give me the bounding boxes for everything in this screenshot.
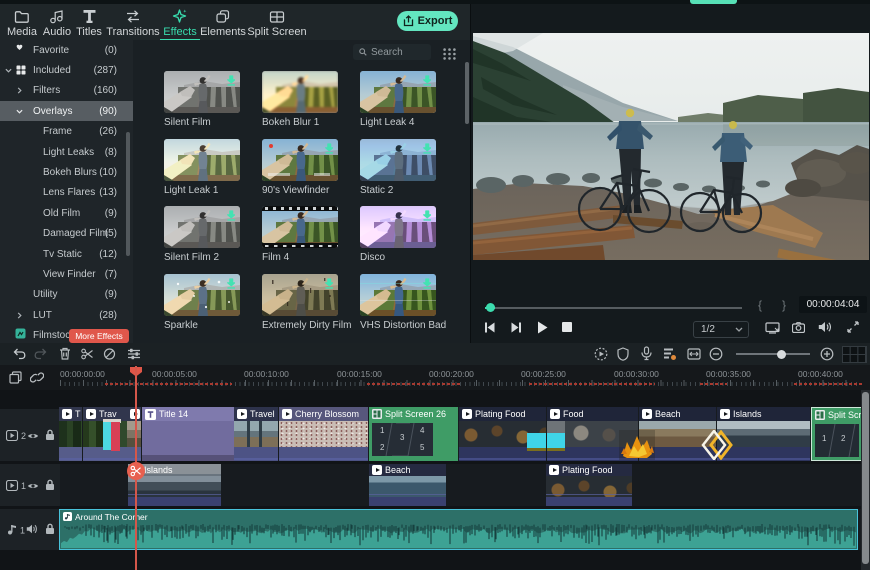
svg-text:1: 1 (20, 526, 25, 536)
svg-text:2: 2 (21, 431, 26, 441)
svg-text:1: 1 (21, 481, 26, 491)
